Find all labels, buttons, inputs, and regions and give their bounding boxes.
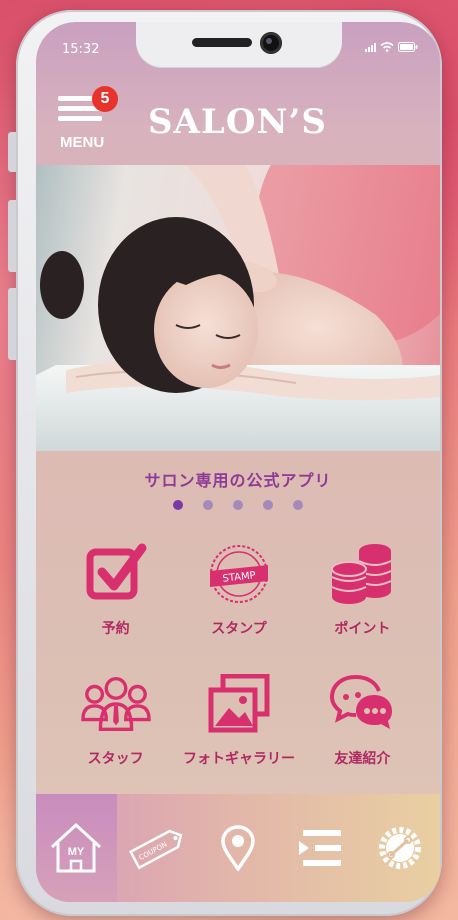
- hero-image: [36, 165, 440, 451]
- app-title: SALON’S: [148, 102, 327, 142]
- notification-badge: 5: [92, 86, 118, 112]
- staff-group-icon: [80, 670, 151, 738]
- list-menu-icon: [298, 830, 341, 866]
- chat-bubbles-icon: [327, 670, 397, 738]
- feature-label: ポイント: [334, 621, 391, 637]
- menu-label: MENU: [60, 134, 105, 151]
- feature-staff[interactable]: スタッフ: [54, 670, 177, 788]
- tab-my-page[interactable]: MY: [36, 794, 117, 902]
- carousel-dot[interactable]: [263, 500, 273, 510]
- mute-switch: [8, 132, 16, 172]
- feature-label: フォトギャラリー: [182, 751, 295, 767]
- feature-label: 友達紹介: [334, 751, 391, 767]
- wifi-icon: [380, 42, 394, 52]
- speaker: [192, 38, 252, 47]
- tab-location[interactable]: [198, 794, 279, 902]
- hero-carousel[interactable]: [36, 165, 440, 451]
- feature-label: 予約: [101, 621, 130, 637]
- carousel-dot[interactable]: [173, 500, 183, 510]
- feature-photo-gallery[interactable]: フォトギャラリー: [177, 670, 300, 788]
- carousel-dot[interactable]: [233, 500, 243, 510]
- carousel-dot[interactable]: [203, 500, 213, 510]
- coupon-icon: COUPON: [129, 829, 183, 870]
- carousel-dot[interactable]: [293, 500, 303, 510]
- tab-settings[interactable]: [359, 794, 440, 902]
- feature-points[interactable]: ポイント: [301, 540, 424, 658]
- feature-stamp[interactable]: STAMP スタンプ: [177, 540, 300, 658]
- volume-down-button: [8, 288, 16, 360]
- calendar-check-icon: [81, 540, 151, 608]
- settings-gear-icon: [378, 827, 421, 869]
- tab-menu-list[interactable]: [278, 794, 359, 902]
- menu-button[interactable]: 5 MENU: [58, 86, 118, 156]
- feature-reservation[interactable]: 予約: [54, 540, 177, 658]
- signal-icon: [365, 42, 376, 52]
- notch: [136, 22, 342, 68]
- home-icon: MY: [51, 822, 102, 873]
- app-screen: 15:32 5 MENU SALON’S サロン専用の公式アプリ 予約 STAM…: [36, 22, 440, 902]
- feature-grid: 予約 STAMP スタンプ ポイント スタッフ フォトギャラリー 友達紹介: [54, 540, 424, 788]
- tab-coupon[interactable]: COUPON: [117, 794, 198, 902]
- coins-icon: [327, 540, 397, 608]
- location-pin-icon: [221, 825, 255, 871]
- battery-icon: [398, 42, 418, 52]
- coupon-tab-label: COUPON: [138, 841, 169, 862]
- status-icons: [365, 42, 418, 52]
- feature-friend-referral[interactable]: 友達紹介: [301, 670, 424, 788]
- carousel-indicator: [36, 500, 440, 510]
- photo-gallery-icon: [204, 670, 274, 738]
- feature-label: スタッフ: [87, 751, 144, 767]
- stamp-icon: STAMP: [204, 540, 274, 608]
- status-time: 15:32: [62, 42, 100, 57]
- feature-label: スタンプ: [211, 621, 267, 637]
- tab-bar: MY COUPON: [36, 794, 440, 902]
- carousel-caption: サロン専用の公式アプリ: [144, 471, 332, 490]
- front-camera: [260, 32, 282, 54]
- home-tab-label: MY: [68, 846, 85, 858]
- volume-up-button: [8, 200, 16, 272]
